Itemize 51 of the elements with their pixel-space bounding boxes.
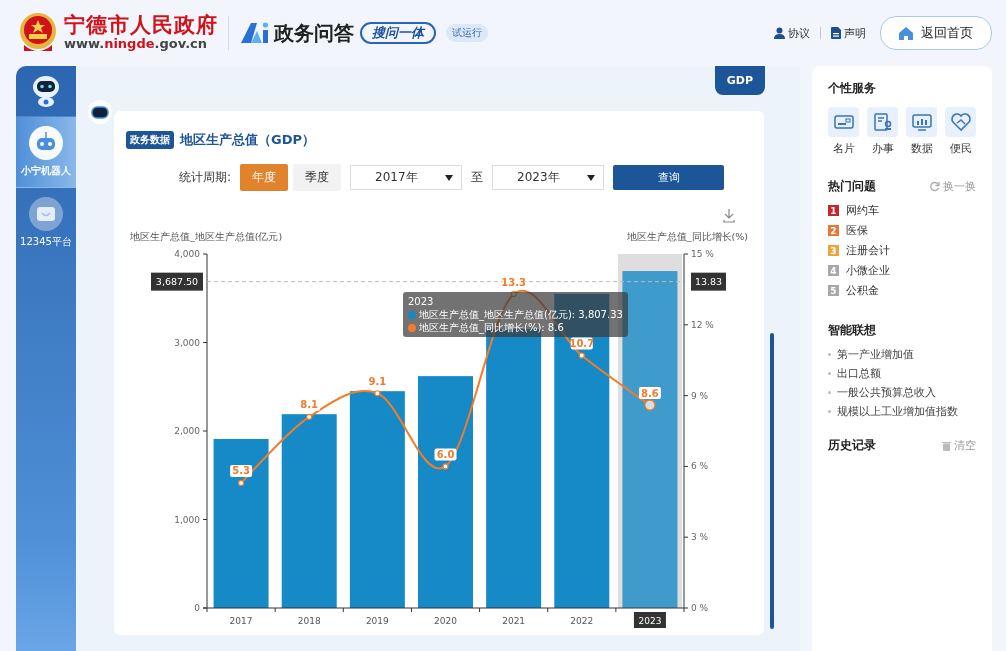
tick-label: 0 % bbox=[691, 603, 709, 613]
category-label: 2020 bbox=[434, 615, 457, 626]
data-label: 9.1 bbox=[366, 375, 389, 388]
slogan-badge: 搜问一体 bbox=[360, 22, 436, 44]
tooltip-row: 地区生产总值_同比增长(%): 8.6 bbox=[419, 321, 564, 334]
tick-label: 4,000 bbox=[174, 249, 200, 259]
ref-line-label: 3,687.50 bbox=[155, 276, 199, 288]
tooltip-title: 2023 bbox=[408, 295, 435, 308]
data-label: 6.0 bbox=[434, 448, 457, 461]
rank-badge: 2 bbox=[828, 225, 839, 236]
tick-label: 12 % bbox=[691, 319, 714, 330]
site-title: 宁德市人民政府 bbox=[64, 14, 218, 36]
category-label: 2018 bbox=[297, 615, 321, 626]
category-label: 2022 bbox=[570, 615, 594, 626]
tick-label: 9 % bbox=[691, 390, 709, 401]
card-title: 地区生产总值（GDP） bbox=[180, 131, 315, 149]
rank-badge: 3 bbox=[828, 245, 839, 256]
data-tag: 政务数据 bbox=[126, 131, 174, 149]
section-title: 历史记录 bbox=[828, 437, 876, 454]
rank-badge: 5 bbox=[828, 285, 839, 296]
axis-title: 地区生产总值_地区生产总值(亿元) bbox=[130, 231, 283, 242]
tick-label: 15 % bbox=[691, 249, 714, 259]
category-label: 2019 bbox=[365, 615, 389, 626]
user-message: GDP bbox=[714, 66, 765, 95]
category-label: 2021 bbox=[502, 615, 526, 626]
data-label: 13.3 bbox=[501, 276, 526, 289]
period-label: 统计周期: bbox=[179, 169, 232, 186]
rank-badge: 1 bbox=[828, 205, 839, 216]
section-title: 个性服务 bbox=[828, 80, 877, 97]
pointer-label: 2023 bbox=[633, 612, 666, 628]
tooltip-row: 地区生产总值_地区生产总值(亿元): 3,807.33 bbox=[419, 308, 623, 321]
pointer-label: 3,687.50 bbox=[151, 272, 203, 291]
data-label: 8.1 bbox=[298, 398, 321, 411]
rank-badge: 4 bbox=[828, 265, 839, 276]
tick-label: 0 bbox=[194, 603, 200, 613]
x-tick-label: 2023 bbox=[638, 615, 662, 626]
app-title: 政务问答 bbox=[274, 19, 354, 47]
tick-label: 6 % bbox=[691, 461, 709, 472]
category-label: 2017 bbox=[229, 615, 253, 626]
section-title: 热门问题 bbox=[828, 178, 876, 195]
data-label: 8.6 bbox=[638, 387, 661, 400]
tick-label: 3 % bbox=[691, 532, 709, 543]
section-title: 智能联想 bbox=[828, 322, 876, 339]
site-url: www.ningde.gov.cn bbox=[64, 36, 209, 52]
axis-title: 地区生产总值_同比增长(%) bbox=[626, 231, 748, 242]
tick-label: 2,000 bbox=[174, 426, 200, 436]
pointer-label: 13.83 bbox=[691, 272, 726, 291]
tick-label: 3,000 bbox=[174, 337, 200, 348]
tick-label: 1,000 bbox=[174, 514, 200, 525]
trial-badge: 试运行 bbox=[446, 24, 488, 42]
range-separator: 至 bbox=[471, 169, 484, 186]
